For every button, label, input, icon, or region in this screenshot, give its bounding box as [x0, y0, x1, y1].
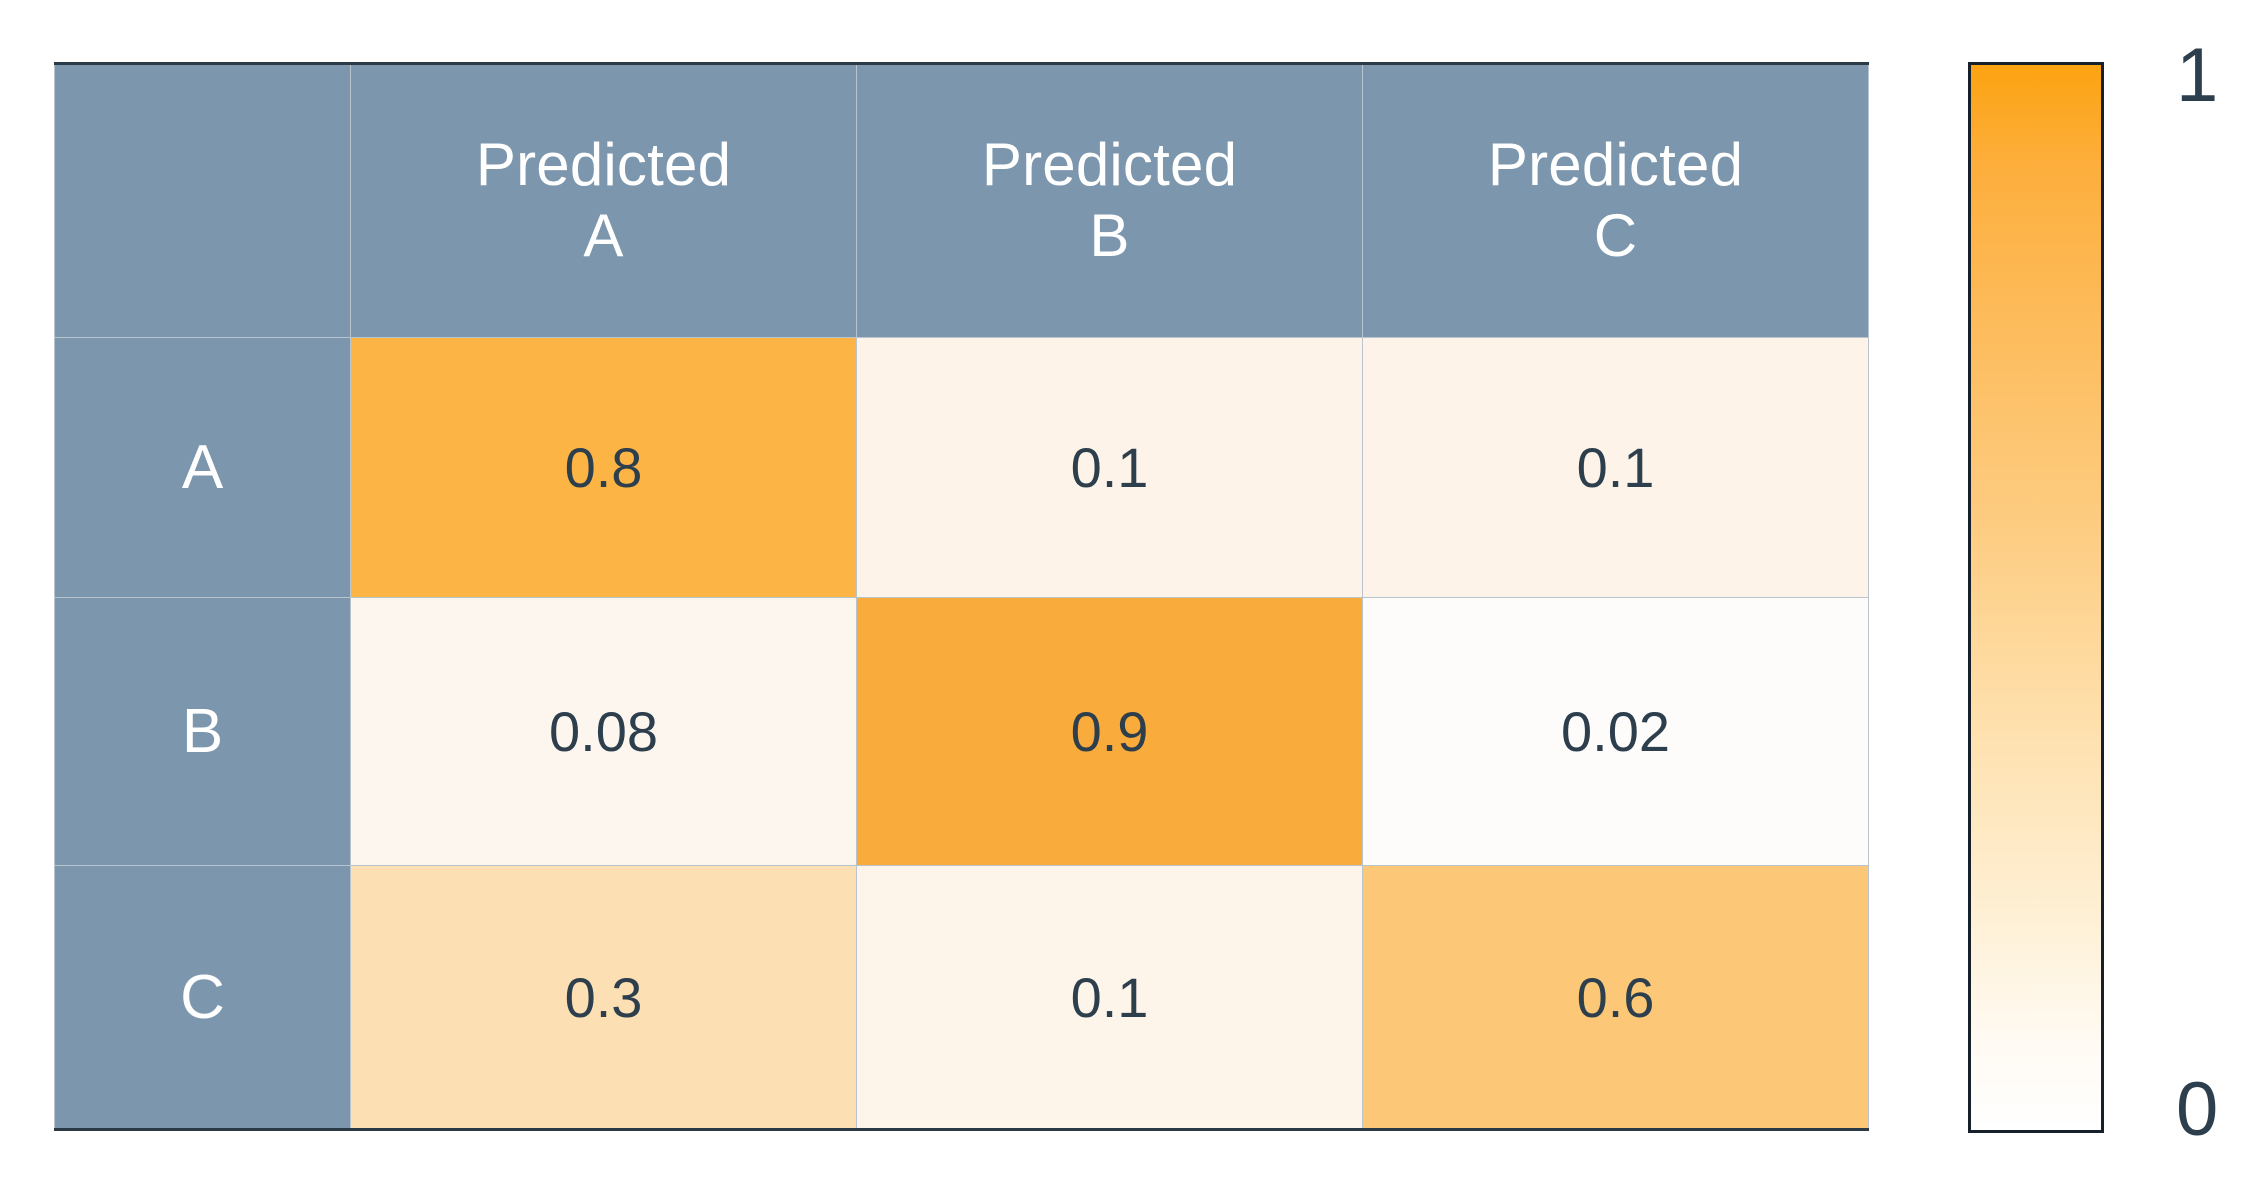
heatmap-figure: Predicted A Predicted B Predicted C A 0.…	[0, 0, 2250, 1180]
cell-b-a: 0.08	[351, 598, 857, 866]
cell-c-a: 0.3	[351, 866, 857, 1130]
table-row: C 0.3 0.1 0.6	[55, 866, 1869, 1130]
column-header-predicted-a: Predicted A	[351, 64, 857, 338]
column-header-line1: Predicted	[1363, 130, 1868, 201]
column-header-line1: Predicted	[857, 130, 1362, 201]
table-row: B 0.08 0.9 0.02	[55, 598, 1869, 866]
cell-c-c: 0.6	[1363, 866, 1869, 1130]
colorbar	[1968, 62, 2104, 1133]
confusion-matrix-table: Predicted A Predicted B Predicted C A 0.…	[54, 62, 1869, 1131]
cell-a-b: 0.1	[857, 338, 1363, 598]
row-label-b: B	[55, 598, 351, 866]
cell-b-c: 0.02	[1363, 598, 1869, 866]
column-header-line2: C	[1363, 201, 1868, 272]
table-header-row: Predicted A Predicted B Predicted C	[55, 64, 1869, 338]
cell-c-b: 0.1	[857, 866, 1363, 1130]
colorbar-gradient	[1968, 62, 2104, 1133]
row-label-c: C	[55, 866, 351, 1130]
colorbar-min-label: 0	[2176, 1072, 2218, 1148]
column-header-line2: A	[351, 201, 856, 272]
colorbar-max-label: 1	[2176, 38, 2218, 114]
cell-a-c: 0.1	[1363, 338, 1869, 598]
column-header-predicted-b: Predicted B	[857, 64, 1363, 338]
cell-a-a: 0.8	[351, 338, 857, 598]
column-header-predicted-c: Predicted C	[1363, 64, 1869, 338]
corner-cell	[55, 64, 351, 338]
column-header-line1: Predicted	[351, 130, 856, 201]
column-header-line2: B	[857, 201, 1362, 272]
table-row: A 0.8 0.1 0.1	[55, 338, 1869, 598]
row-label-a: A	[55, 338, 351, 598]
cell-b-b: 0.9	[857, 598, 1363, 866]
